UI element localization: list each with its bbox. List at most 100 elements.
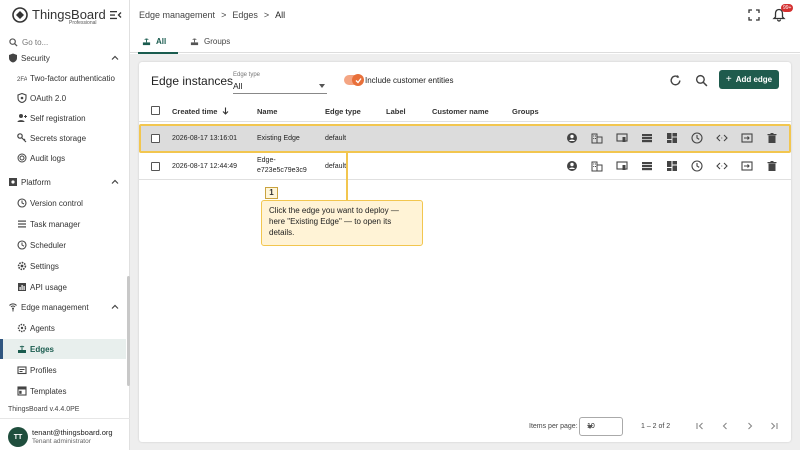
search-input[interactable]: Go to... xyxy=(22,38,48,47)
sidebar-item-api-usage[interactable]: API usage xyxy=(0,277,126,297)
sidebar-item-task-manager[interactable]: Task manager xyxy=(0,214,126,234)
sidebar-item-label: Task manager xyxy=(30,220,81,229)
security-icon xyxy=(9,53,17,63)
sidebar-item-label: Platform xyxy=(21,178,51,187)
sidebar-item-self-registration[interactable]: Self registration xyxy=(0,108,126,128)
sidebar-item-edges[interactable]: Edges xyxy=(0,339,126,359)
page-range: 1 – 2 of 2 xyxy=(641,423,671,430)
oauth-icon xyxy=(17,93,27,103)
items-per-page-select[interactable]: 10 xyxy=(579,417,623,436)
view-list-icon[interactable] xyxy=(641,160,653,172)
sidebar-item-label: Agents xyxy=(30,324,55,333)
schedule-icon[interactable] xyxy=(691,132,703,144)
edge-type-select[interactable]: Edge type All xyxy=(233,72,327,94)
delete-icon[interactable] xyxy=(766,132,778,144)
menu-collapse-icon[interactable] xyxy=(110,9,122,21)
column-name[interactable]: Name xyxy=(257,107,277,116)
agents-icon xyxy=(17,323,27,333)
pagination: Items per page: 10 1 – 2 of 2 xyxy=(139,412,791,442)
select-all-checkbox[interactable] xyxy=(151,106,160,115)
breadcrumb-separator: > xyxy=(221,10,227,20)
row-checkbox[interactable] xyxy=(151,134,160,143)
callout-step-number: 1 xyxy=(265,187,278,199)
last-page-icon[interactable] xyxy=(769,421,779,431)
plus-icon: + xyxy=(725,74,732,85)
column-groups: Groups xyxy=(512,107,539,116)
edge-instances-card: Edge instances Edge type All Include cus… xyxy=(139,62,791,442)
column-customer-name[interactable]: Customer name xyxy=(432,107,489,116)
sidebar: ThingsBoard Professional Go to... Securi… xyxy=(0,0,130,450)
code-icon[interactable] xyxy=(716,132,728,144)
sidebar-item-agents[interactable]: Agents xyxy=(0,318,126,338)
sidebar-item-audit-logs[interactable]: Audit logs xyxy=(0,148,126,168)
add-edge-button[interactable]: + Add edge xyxy=(719,70,779,89)
input-icon[interactable] xyxy=(741,132,753,144)
fullscreen-icon[interactable] xyxy=(748,9,760,21)
notification-badge: 99+ xyxy=(781,4,794,12)
sidebar-item-scheduler[interactable]: Scheduler xyxy=(0,235,126,255)
sidebar-item-two-factor[interactable]: 2FA Two-factor authenticatio xyxy=(0,68,126,88)
sidebar-item-version-control[interactable]: Version control xyxy=(0,193,126,213)
tab-label: All xyxy=(156,37,167,46)
column-label[interactable]: Label xyxy=(386,107,406,116)
cell-edge-type: default xyxy=(325,163,347,170)
breadcrumb-separator: > xyxy=(263,10,270,20)
dashboard-icon[interactable] xyxy=(666,160,678,172)
cell-created-time: 2026-08-17 12:44:49 xyxy=(172,163,237,170)
sidebar-item-profiles[interactable]: Profiles xyxy=(0,360,126,380)
delete-icon[interactable] xyxy=(766,160,778,172)
sidebar-item-label: Profiles xyxy=(30,366,57,375)
column-created-time[interactable]: Created time xyxy=(172,107,229,116)
search-icon[interactable] xyxy=(695,74,708,87)
account-circle-icon[interactable] xyxy=(566,160,578,172)
column-edge-type[interactable]: Edge type xyxy=(325,107,361,116)
sidebar-item-label: Two-factor authenticatio xyxy=(30,74,115,83)
code-icon[interactable] xyxy=(716,160,728,172)
row-checkbox[interactable] xyxy=(151,162,160,171)
schedule-icon[interactable] xyxy=(691,160,703,172)
previous-page-icon[interactable] xyxy=(720,421,730,431)
sidebar-item-security[interactable]: Security xyxy=(0,52,126,68)
breadcrumb-edge-management[interactable]: Edge management xyxy=(139,10,215,20)
chevron-up-icon xyxy=(111,179,119,184)
breadcrumb-edges[interactable]: Edges xyxy=(232,10,258,20)
items-per-page-label: Items per page: xyxy=(529,423,578,430)
business-icon[interactable] xyxy=(591,132,603,144)
sidebar-item-label: Audit logs xyxy=(30,154,66,163)
first-page-icon[interactable] xyxy=(695,421,705,431)
include-customer-toggle[interactable] xyxy=(344,74,364,86)
dashboard-icon[interactable] xyxy=(666,132,678,144)
chevron-up-icon xyxy=(111,55,119,60)
arrow-down-icon xyxy=(222,107,228,115)
breadcrumb: Edge management > Edges > All xyxy=(139,10,285,20)
table-row-edge-e723[interactable]: 2026-08-17 12:44:49 Edge- e723e5c79e3c9 … xyxy=(139,153,791,180)
edge-icon xyxy=(142,38,151,46)
sidebar-item-oauth[interactable]: OAuth 2.0 xyxy=(0,88,126,108)
sidebar-item-settings[interactable]: Settings xyxy=(0,256,126,276)
sidebar-item-templates[interactable]: Templates xyxy=(0,381,126,400)
devices-icon[interactable] xyxy=(616,132,628,144)
tab-label: Groups xyxy=(204,37,231,46)
gear-icon xyxy=(17,261,27,271)
templates-icon xyxy=(17,386,27,396)
callout-tooltip: Click the edge you want to deploy — here… xyxy=(261,200,423,246)
business-icon[interactable] xyxy=(591,160,603,172)
sidebar-item-platform[interactable]: Platform xyxy=(0,172,126,192)
user-menu[interactable]: TT tenant@thingsboard.org Tenant adminis… xyxy=(0,418,130,450)
dropdown-arrow-icon xyxy=(319,84,325,88)
input-icon[interactable] xyxy=(741,160,753,172)
devices-icon[interactable] xyxy=(616,160,628,172)
refresh-icon[interactable] xyxy=(669,74,682,87)
sidebar-item-secrets-storage[interactable]: Secrets storage xyxy=(0,128,126,148)
table-row-existing-edge[interactable]: 2026-08-17 13:16:01 Existing Edge defaul… xyxy=(139,125,791,152)
sidebar-item-edge-management[interactable]: Edge management xyxy=(0,297,126,317)
tab-groups[interactable]: Groups xyxy=(190,30,240,53)
sidebar-search[interactable]: Go to... xyxy=(0,34,130,52)
sidebar-item-label: Secrets storage xyxy=(30,134,87,143)
schedule-icon xyxy=(17,240,27,250)
cell-name-continued: e723e5c79e3c9 xyxy=(257,167,307,174)
account-circle-icon[interactable] xyxy=(566,132,578,144)
view-list-icon[interactable] xyxy=(641,132,653,144)
tab-all[interactable]: All xyxy=(138,30,178,54)
next-page-icon[interactable] xyxy=(745,421,755,431)
